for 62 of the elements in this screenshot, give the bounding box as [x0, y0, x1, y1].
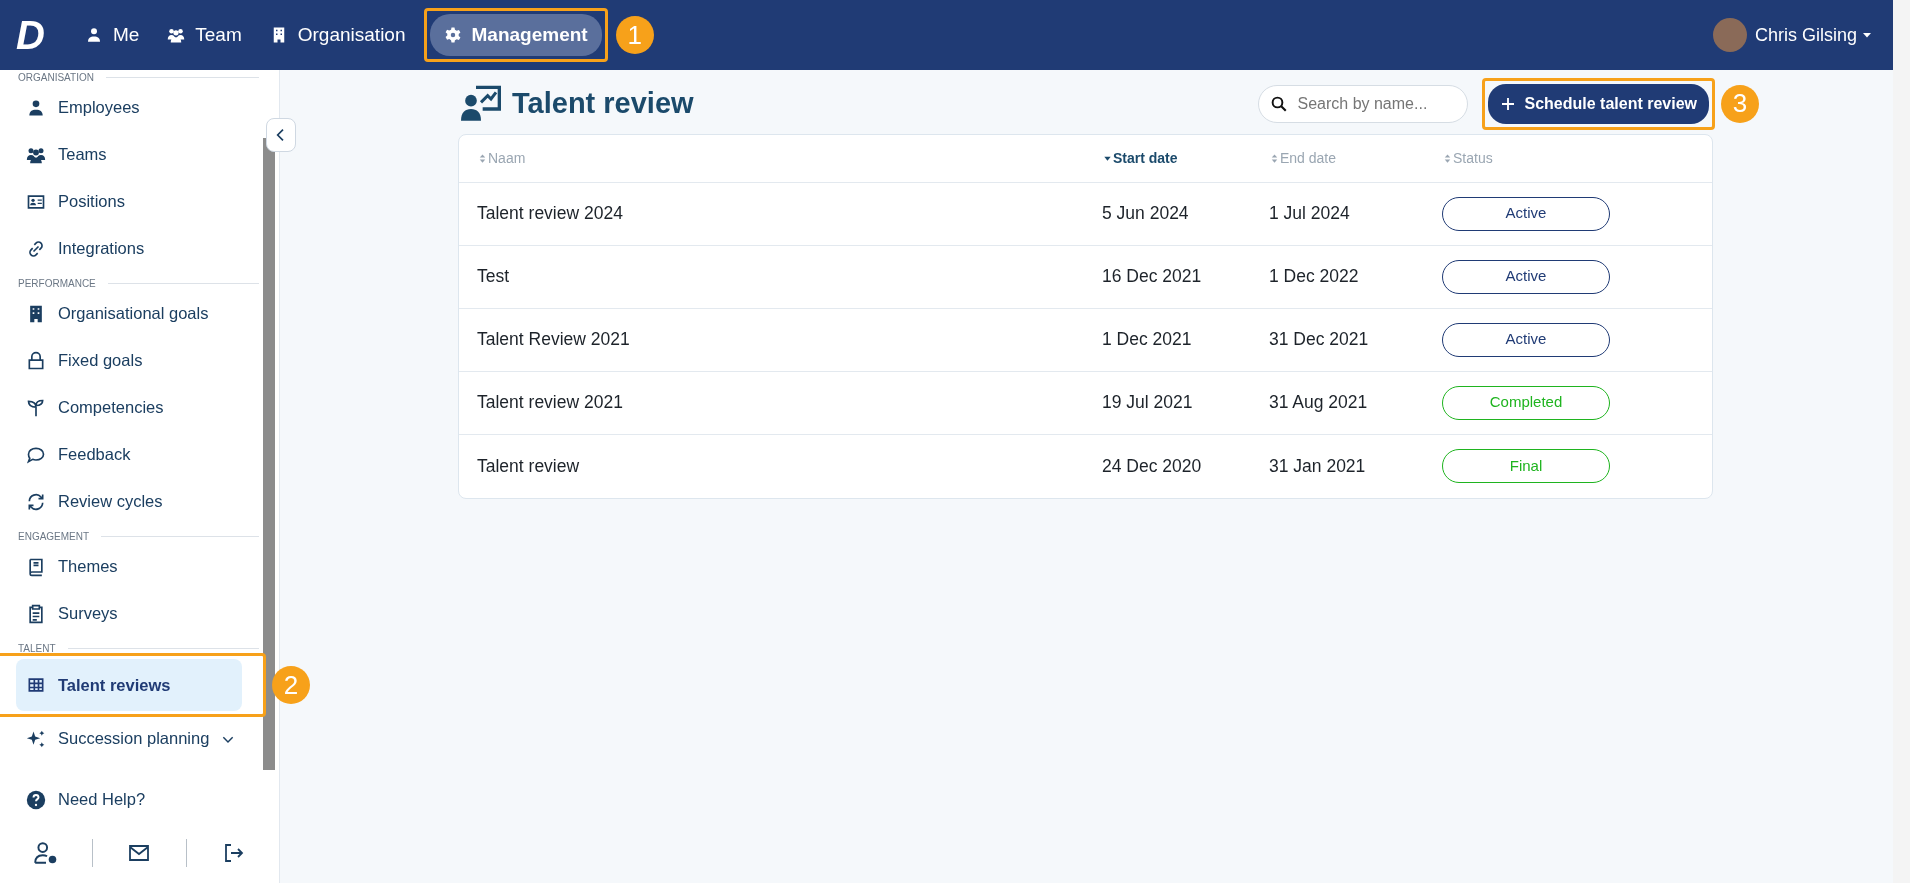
sidebar-item[interactable]: Competencies — [16, 384, 242, 431]
lock-icon — [26, 350, 46, 371]
table-cell: 1 Dec 2022 — [1269, 266, 1359, 287]
table-cell: 19 Jul 2021 — [1102, 392, 1193, 413]
settings-icon — [443, 26, 462, 44]
nav-tab[interactable]: Management — [429, 13, 602, 57]
table-cell: 16 Dec 2021 — [1102, 266, 1202, 287]
search-field[interactable]: Search by name... — [1258, 84, 1469, 123]
sidebar-item[interactable]: Fixed goals — [16, 337, 242, 384]
refresh-icon — [26, 491, 46, 512]
table-cell: 31 Jan 2021 — [1269, 455, 1366, 476]
nav-tab[interactable]: Team — [153, 13, 256, 57]
sidebar-item[interactable]: Themes — [16, 543, 242, 590]
grid-icon — [26, 675, 46, 695]
sidebar-item[interactable]: Organisational goals — [16, 290, 242, 337]
collapse-button[interactable] — [266, 118, 296, 152]
sidebar-item[interactable]: Talent reviews — [16, 659, 242, 711]
clipboard-icon — [26, 603, 46, 624]
sidebar-item[interactable]: Employees — [16, 84, 242, 131]
page-scrollbar[interactable] — [1893, 0, 1910, 883]
help-link[interactable]: Need Help? — [16, 776, 242, 823]
nav-tab[interactable]: Organisation — [255, 13, 420, 57]
user-menu[interactable]: Chris Gilsing — [1754, 21, 1873, 49]
section-heading: PERFORMANCE — [17, 276, 96, 291]
sidebar-item[interactable]: Integrations — [16, 225, 242, 272]
sidebar-item[interactable]: Positions — [16, 178, 242, 225]
callout-number: 3 — [1721, 84, 1759, 123]
sidebar-item[interactable]: Succession planning — [16, 715, 242, 762]
schedule-button[interactable]: Schedule talent review — [1488, 83, 1709, 124]
column-header[interactable]: Start date — [1113, 147, 1178, 169]
table-cell: 1 Dec 2021 — [1102, 329, 1192, 350]
table-cell: 31 Dec 2021 — [1269, 329, 1369, 350]
page-title: Talent review — [512, 86, 694, 121]
person-chart-icon — [458, 83, 504, 124]
nav-tab[interactable]: Me — [70, 13, 154, 57]
table-cell: Test — [477, 266, 510, 287]
sidebar-item[interactable]: Review cycles — [16, 478, 242, 525]
section-heading: TALENT — [17, 641, 56, 656]
sprout-icon — [26, 397, 46, 418]
plus-icon — [1500, 95, 1517, 112]
callout-number: 2 — [272, 666, 310, 704]
callout-number: 1 — [615, 16, 654, 54]
sparkle-icon — [26, 728, 46, 749]
link-icon — [26, 238, 46, 259]
table-cell: 24 Dec 2020 — [1102, 455, 1202, 476]
sidebar-item[interactable]: Feedback — [16, 431, 242, 478]
section-heading: ORGANISATION — [17, 70, 94, 85]
search-icon — [1270, 94, 1289, 113]
table-cell: 1 Jul 2024 — [1269, 203, 1350, 224]
section-heading: ENGAGEMENT — [17, 529, 90, 544]
table-cell: Talent Review 2021 — [477, 329, 630, 350]
logo[interactable]: D — [16, 15, 45, 55]
people-icon — [167, 26, 186, 44]
help-icon — [26, 789, 46, 810]
sidebar-item[interactable]: Teams — [16, 131, 242, 178]
table-cell: Talent review — [477, 455, 580, 476]
sidebar-item[interactable]: Surveys — [16, 590, 242, 637]
book-icon — [26, 556, 46, 577]
table-cell: Talent review 2024 — [477, 203, 623, 224]
table-cell: Talent review 2021 — [477, 392, 623, 413]
table-cell: 31 Aug 2021 — [1269, 392, 1368, 413]
table-cell: 5 Jun 2024 — [1102, 203, 1189, 224]
